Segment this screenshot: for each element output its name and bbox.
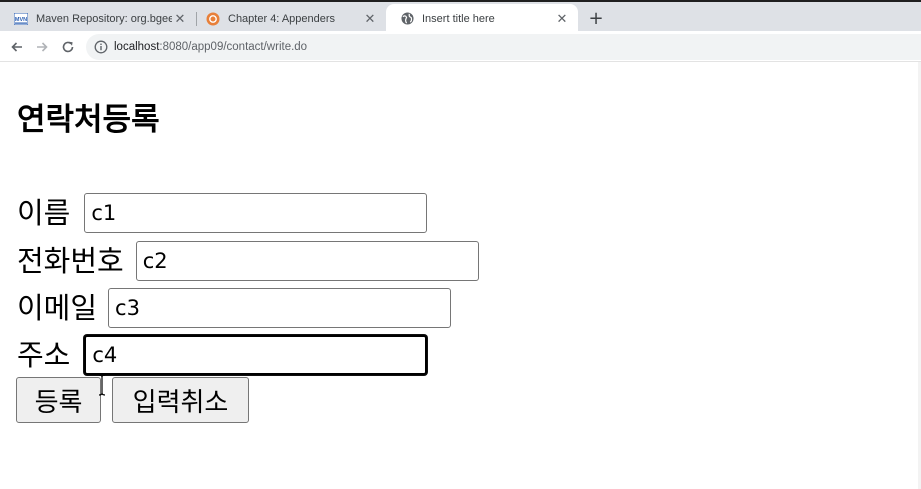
tab-chapter-4-appenders[interactable]: Chapter 4: Appenders ✕: [192, 4, 386, 33]
address-bar[interactable]: localhost:8080/app09/contact/write.do: [86, 34, 921, 60]
new-tab-button[interactable]: +: [585, 7, 607, 29]
phone-input[interactable]: [135, 241, 479, 281]
tab-title: Insert title here: [422, 12, 495, 25]
forward-arrow-icon: [37, 42, 48, 52]
reload-icon: [62, 41, 74, 53]
email-input[interactable]: [108, 288, 452, 328]
back-button[interactable]: [7, 37, 27, 57]
name-label: 이름: [17, 195, 71, 230]
phone-row: 전화번호: [17, 240, 479, 282]
page-title: 연락처등록: [17, 102, 160, 138]
forward-button[interactable]: [32, 37, 52, 57]
name-row: 이름: [17, 192, 428, 234]
address-label: 주소: [17, 337, 71, 372]
reload-button[interactable]: [58, 37, 78, 57]
logback-favicon-icon: [206, 12, 220, 26]
text-cursor-icon: [98, 374, 106, 396]
tab-maven-repository[interactable]: MVN Maven Repository: org.bgee.lo... ✕: [0, 4, 196, 33]
tab-title: Maven Repository: org.bgee.lo...: [36, 12, 172, 25]
submit-button[interactable]: 등록: [16, 377, 101, 423]
reset-button[interactable]: 입력취소: [112, 377, 249, 423]
tab-strip: MVN Maven Repository: org.bgee.lo... ✕ C…: [0, 0, 921, 33]
email-label: 이메일: [17, 290, 98, 325]
url-path: :8080/app09/contact/write.do: [159, 41, 308, 53]
close-tab-icon[interactable]: ✕: [172, 11, 188, 27]
name-input[interactable]: [84, 193, 428, 233]
back-arrow-icon: [11, 42, 22, 52]
email-row: 이메일: [17, 287, 452, 329]
url-host: localhost: [114, 41, 160, 53]
address-row: 주소: [17, 334, 428, 376]
browser-toolbar: localhost:8080/app09/contact/write.do: [0, 31, 921, 62]
globe-icon: [400, 12, 414, 26]
mvn-favicon-icon: MVN: [14, 12, 28, 26]
close-tab-icon[interactable]: ✕: [554, 11, 570, 27]
tab-title: Chapter 4: Appenders: [228, 12, 336, 25]
info-icon[interactable]: [94, 40, 108, 54]
svg-text:MVN: MVN: [15, 17, 27, 23]
tab-insert-title-here[interactable]: Insert title here ✕: [386, 4, 578, 33]
close-tab-icon[interactable]: ✕: [362, 11, 378, 27]
phone-label: 전화번호: [17, 243, 124, 278]
url-text: localhost:8080/app09/contact/write.do: [114, 41, 307, 53]
address-input[interactable]: [84, 335, 428, 375]
